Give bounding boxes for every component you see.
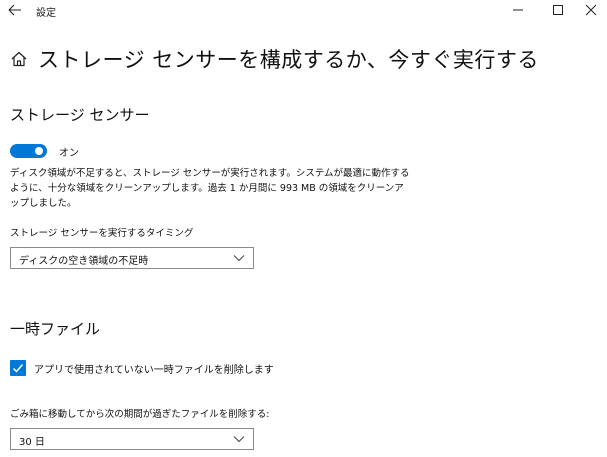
settings-window: 設定 ストレージ センサーを構成するか、今すぐ実行する ストレージ センサー オ…	[0, 0, 607, 457]
run-timing-dropdown[interactable]: ディスクの空き領域の不足時	[10, 247, 254, 269]
page-header: ストレージ センサーを構成するか、今すぐ実行する	[10, 44, 539, 74]
storage-sense-heading: ストレージ センサー	[10, 106, 150, 124]
title-bar: 設定	[0, 0, 607, 22]
maximize-icon	[553, 5, 563, 15]
chevron-down-icon	[233, 436, 245, 443]
maximize-button[interactable]	[543, 0, 573, 20]
delete-temp-files-label: アプリで使用されていない一時ファイルを削除します	[34, 364, 274, 376]
temp-files-heading: 一時ファイル	[10, 320, 101, 338]
delete-temp-files-checkbox[interactable]	[10, 360, 26, 376]
recycle-bin-label: ごみ箱に移動してから次の期間が過ぎたファイルを削除する:	[10, 409, 270, 420]
chevron-down-icon	[233, 255, 245, 262]
storage-sense-description: ディスク領域が不足すると、ストレージ センサーが実行されます。システムが最適に動…	[10, 168, 410, 209]
storage-sense-toggle[interactable]	[10, 144, 47, 158]
toggle-knob	[35, 147, 43, 155]
page-title: ストレージ センサーを構成するか、今すぐ実行する	[38, 48, 539, 72]
delete-temp-files-row: アプリで使用されていない一時ファイルを削除します	[10, 360, 274, 376]
back-button[interactable]	[7, 2, 27, 18]
recycle-bin-value: 30 日	[19, 437, 45, 448]
recycle-bin-dropdown[interactable]: 30 日	[10, 428, 254, 450]
run-timing-value: ディスクの空き領域の不足時	[19, 256, 149, 267]
minimize-icon	[513, 9, 523, 11]
minimize-button[interactable]	[503, 0, 533, 20]
close-button[interactable]	[577, 0, 607, 20]
toggle-state-label: オン	[59, 147, 79, 159]
back-arrow-icon	[8, 4, 21, 16]
app-title: 設定	[36, 8, 56, 19]
close-icon	[585, 4, 597, 16]
storage-sense-toggle-row: オン	[10, 144, 79, 159]
home-icon	[11, 51, 27, 67]
checkmark-icon	[12, 364, 24, 373]
run-timing-label: ストレージ センサーを実行するタイミング	[10, 228, 194, 239]
